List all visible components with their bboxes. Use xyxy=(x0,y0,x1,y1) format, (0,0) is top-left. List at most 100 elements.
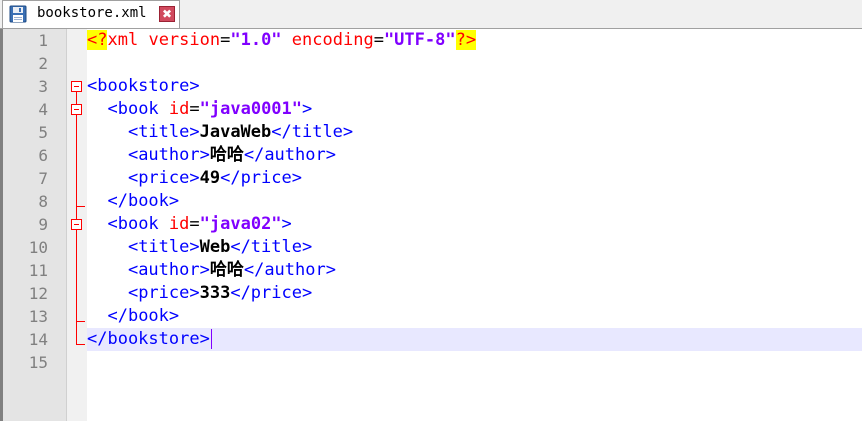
code-line: <book id="java02"> xyxy=(87,213,862,236)
tag-open: <author> xyxy=(127,145,210,165)
code-line: <price>333</price> xyxy=(87,282,862,305)
tag-open: <price> xyxy=(127,168,200,188)
minus-box-icon[interactable] xyxy=(71,81,82,92)
code-editor[interactable]: 1 2 3 4 5 6 7 8 9 10 11 12 13 14 15 <?xm… xyxy=(0,29,862,421)
code-line: <title>Web</title> xyxy=(87,236,862,259)
tab-bookstore-xml[interactable]: bookstore.xml ✖ xyxy=(2,0,180,28)
floppy-disk-icon xyxy=(9,5,27,23)
text-content: 哈哈 xyxy=(209,145,244,165)
line-number: 8 xyxy=(38,192,48,211)
attr-name: version xyxy=(148,30,221,50)
tag-close: </bookstore> xyxy=(87,329,210,349)
tag-open: <book xyxy=(107,214,159,234)
attr-value: "UTF-8" xyxy=(383,30,456,50)
line-number: 13 xyxy=(28,307,48,326)
tag-open: <price> xyxy=(127,283,200,303)
line-number: 2 xyxy=(38,54,48,73)
line-number: 7 xyxy=(38,169,48,188)
line-number: 5 xyxy=(38,123,48,142)
code-line: <author>哈哈</author> xyxy=(87,259,862,282)
line-number: 14 xyxy=(28,330,48,349)
minus-box-icon[interactable] xyxy=(71,104,82,115)
tag-open: <bookstore> xyxy=(87,76,200,96)
line-number: 12 xyxy=(28,284,48,303)
attr-value: "java02" xyxy=(199,214,282,234)
tag-open: <author> xyxy=(127,260,210,280)
tag-close: </book> xyxy=(107,306,180,326)
tag-close: </author> xyxy=(243,145,336,165)
pi-close: ?> xyxy=(455,30,477,50)
tag-open: <title> xyxy=(127,122,200,142)
line-number-gutter: 1 2 3 4 5 6 7 8 9 10 11 12 13 14 15 xyxy=(3,29,67,421)
tab-label: bookstore.xml xyxy=(37,5,147,21)
line-number: 6 xyxy=(38,146,48,165)
text-content: 49 xyxy=(199,168,221,188)
code-line: </book> xyxy=(87,305,862,328)
tag-close: </title> xyxy=(230,237,313,257)
attr-name: id xyxy=(168,214,190,234)
fold-line-end xyxy=(76,206,85,207)
line-number: 10 xyxy=(28,238,48,257)
code-line: <book id="java0001"> xyxy=(87,98,862,121)
minus-box-icon[interactable] xyxy=(71,219,82,230)
line-number: 4 xyxy=(38,100,48,119)
equals: = xyxy=(373,30,384,50)
tag-close: </book> xyxy=(107,191,180,211)
text-content: 333 xyxy=(199,283,231,303)
code-line: <price>49</price> xyxy=(87,167,862,190)
text-content: JavaWeb xyxy=(199,122,272,142)
pi-name: xml xyxy=(107,30,139,50)
tag-close: </price> xyxy=(230,283,313,303)
tab-bar: bookstore.xml ✖ xyxy=(0,0,862,29)
code-line: <?xml version="1.0" encoding="UTF-8"?> xyxy=(87,29,862,52)
tag-close: </title> xyxy=(271,122,354,142)
tag-close: </author> xyxy=(243,260,336,280)
line-number: 15 xyxy=(28,353,48,372)
attr-value: "1.0" xyxy=(230,30,282,50)
code-line: <title>JavaWeb</title> xyxy=(87,121,862,144)
code-line: </book> xyxy=(87,190,862,213)
fold-line-end xyxy=(76,321,85,322)
text-content: 哈哈 xyxy=(209,260,244,280)
line-number: 3 xyxy=(38,77,48,96)
close-icon[interactable]: ✖ xyxy=(159,6,175,22)
equals: = xyxy=(189,214,200,234)
line-number: 11 xyxy=(28,261,48,280)
fold-margin xyxy=(67,29,87,421)
tag-close-bracket: > xyxy=(281,214,292,234)
code-line: <bookstore> xyxy=(87,75,862,98)
equals: = xyxy=(189,99,200,119)
equals: = xyxy=(220,30,231,50)
pi-open: <? xyxy=(87,30,108,50)
fold-line-end xyxy=(76,344,85,345)
attr-name: encoding xyxy=(291,30,374,50)
line-number: 1 xyxy=(38,31,48,50)
text-content: Web xyxy=(199,237,231,257)
code-area[interactable]: <?xml version="1.0" encoding="UTF-8"?> <… xyxy=(87,29,862,421)
line-number: 9 xyxy=(38,215,48,234)
code-line: <author>哈哈</author> xyxy=(87,144,862,167)
attr-value: "java0001" xyxy=(199,99,303,119)
fold-line xyxy=(76,92,77,344)
code-line-current: </bookstore> xyxy=(87,328,862,351)
text-cursor xyxy=(210,329,212,349)
tag-open: <book xyxy=(107,99,159,119)
tag-open: <title> xyxy=(127,237,200,257)
tag-close: </price> xyxy=(220,168,302,188)
tag-close-bracket: > xyxy=(302,99,313,119)
attr-name: id xyxy=(168,99,190,119)
